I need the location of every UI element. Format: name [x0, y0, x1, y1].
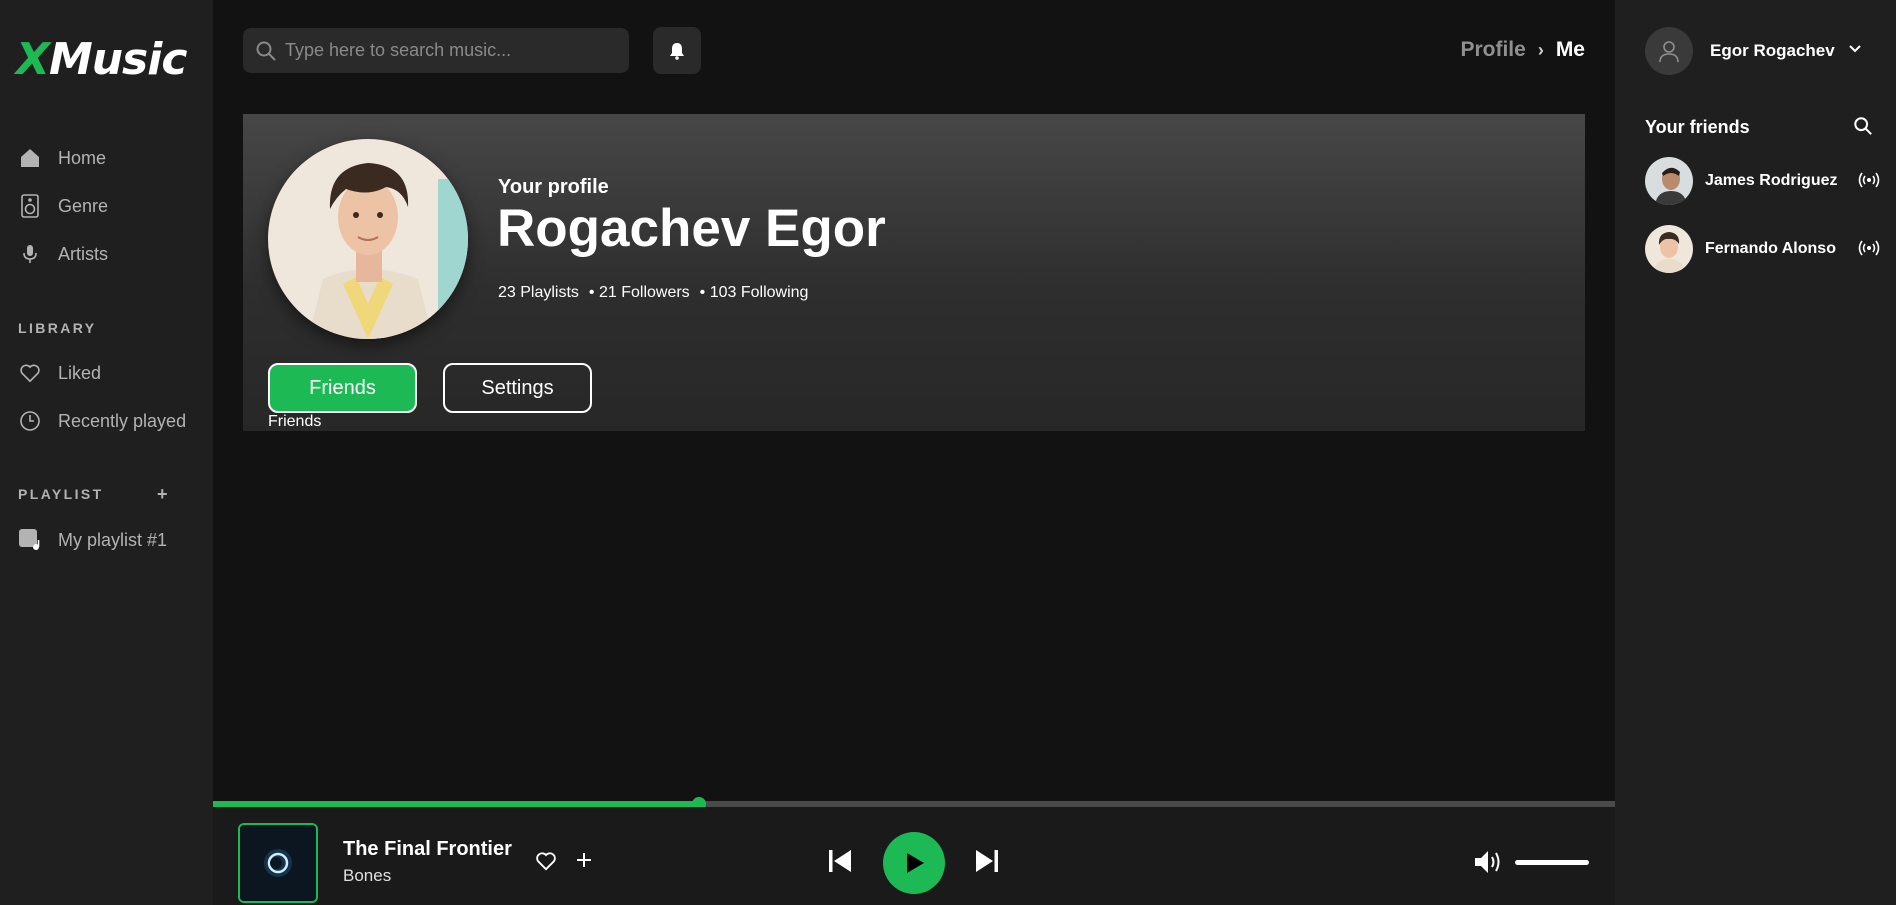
- add-playlist-button[interactable]: +: [157, 484, 168, 505]
- home-icon: [18, 146, 42, 170]
- heart-icon: [18, 361, 42, 385]
- profile-subtitle: Your profile: [498, 176, 609, 198]
- friend-name: James Rodriguez: [1705, 172, 1838, 189]
- sidebar-item-label: Artists: [58, 243, 109, 264]
- sidebar-item-artists[interactable]: Artists: [18, 240, 108, 268]
- profile-avatar: [268, 139, 468, 339]
- sidebar-item-liked[interactable]: Liked: [18, 359, 101, 387]
- playlists-count[interactable]: 23 Playlists: [498, 284, 579, 302]
- user-name[interactable]: Egor Rogachev: [1710, 41, 1835, 61]
- settings-button[interactable]: Settings: [443, 363, 592, 413]
- right-panel: Egor Rogachev Your friends James Rodrigu…: [1615, 0, 1896, 905]
- friend-item[interactable]: Fernando Alonso: [1645, 225, 1880, 273]
- sidebar-item-label: My playlist #1: [58, 529, 168, 550]
- search-icon: [256, 41, 276, 61]
- search-bar: [243, 28, 629, 73]
- sidebar-item-label: Liked: [58, 362, 102, 383]
- heart-icon[interactable]: [535, 851, 557, 871]
- chevron-down-icon[interactable]: [1848, 42, 1862, 56]
- play-icon: [907, 853, 924, 873]
- playlist-icon: [18, 528, 42, 552]
- breadcrumb-parent[interactable]: Profile: [1460, 38, 1525, 62]
- friend-name: Fernando Alonso: [1705, 240, 1836, 257]
- microphone-icon: [18, 242, 42, 266]
- followers-count[interactable]: • 21 Followers: [589, 284, 690, 302]
- profile-name: Rogachev Egor: [497, 199, 886, 258]
- sidebar-item-label: Recently played: [58, 410, 187, 431]
- sidebar-item-recently-played[interactable]: Recently played: [18, 407, 186, 435]
- album-cover[interactable]: [238, 823, 318, 903]
- add-icon[interactable]: [575, 851, 593, 869]
- active-tab-caption: Friends: [268, 413, 322, 430]
- sidebar-item-label: Home: [58, 147, 107, 168]
- bell-icon: [670, 42, 684, 60]
- volume-slider[interactable]: [1515, 860, 1589, 865]
- friend-item[interactable]: James Rodriguez: [1645, 157, 1880, 205]
- search-input[interactable]: [285, 40, 615, 61]
- next-track-icon[interactable]: [973, 847, 1001, 875]
- broadcast-icon: [1858, 172, 1880, 188]
- search-icon[interactable]: [1853, 116, 1873, 136]
- left-sidebar: XMusic Home Genre Artists LIBRARY Liked …: [0, 0, 213, 905]
- track-title[interactable]: The Final Frontier: [343, 838, 512, 861]
- play-button[interactable]: [883, 832, 945, 894]
- profile-header-card: Your profile Rogachev Egor 23 Playlists …: [243, 114, 1585, 431]
- playlist-heading: PLAYLIST: [18, 486, 104, 502]
- friend-avatar: [1645, 225, 1693, 273]
- friends-button[interactable]: Friends: [268, 363, 417, 413]
- library-heading: LIBRARY: [18, 320, 97, 336]
- volume-icon[interactable]: [1473, 848, 1503, 876]
- user-icon: [1659, 41, 1679, 63]
- clock-icon: [18, 409, 42, 433]
- friends-heading: Your friends: [1645, 117, 1750, 137]
- notifications-button[interactable]: [653, 27, 701, 74]
- app-logo[interactable]: XMusic: [16, 34, 187, 85]
- sidebar-item-genre[interactable]: Genre: [18, 192, 108, 220]
- profile-stats: 23 Playlists • 21 Followers • 103 Follow…: [498, 284, 808, 302]
- user-avatar[interactable]: [1645, 27, 1693, 75]
- broadcast-icon: [1858, 240, 1880, 256]
- sidebar-item-home[interactable]: Home: [18, 144, 106, 172]
- breadcrumb: Profile › Me: [1460, 38, 1585, 62]
- breadcrumb-separator: ›: [1537, 39, 1544, 60]
- previous-track-icon[interactable]: [826, 847, 854, 875]
- track-artist[interactable]: Bones: [343, 866, 391, 886]
- player-bar: The Final Frontier Bones: [213, 807, 1615, 905]
- speaker-icon: [18, 194, 42, 218]
- sidebar-item-my-playlist-1[interactable]: My playlist #1: [18, 526, 167, 554]
- breadcrumb-current: Me: [1555, 38, 1585, 61]
- friend-avatar: [1645, 157, 1693, 205]
- sidebar-item-label: Genre: [58, 195, 109, 216]
- following-count[interactable]: • 103 Following: [700, 284, 809, 302]
